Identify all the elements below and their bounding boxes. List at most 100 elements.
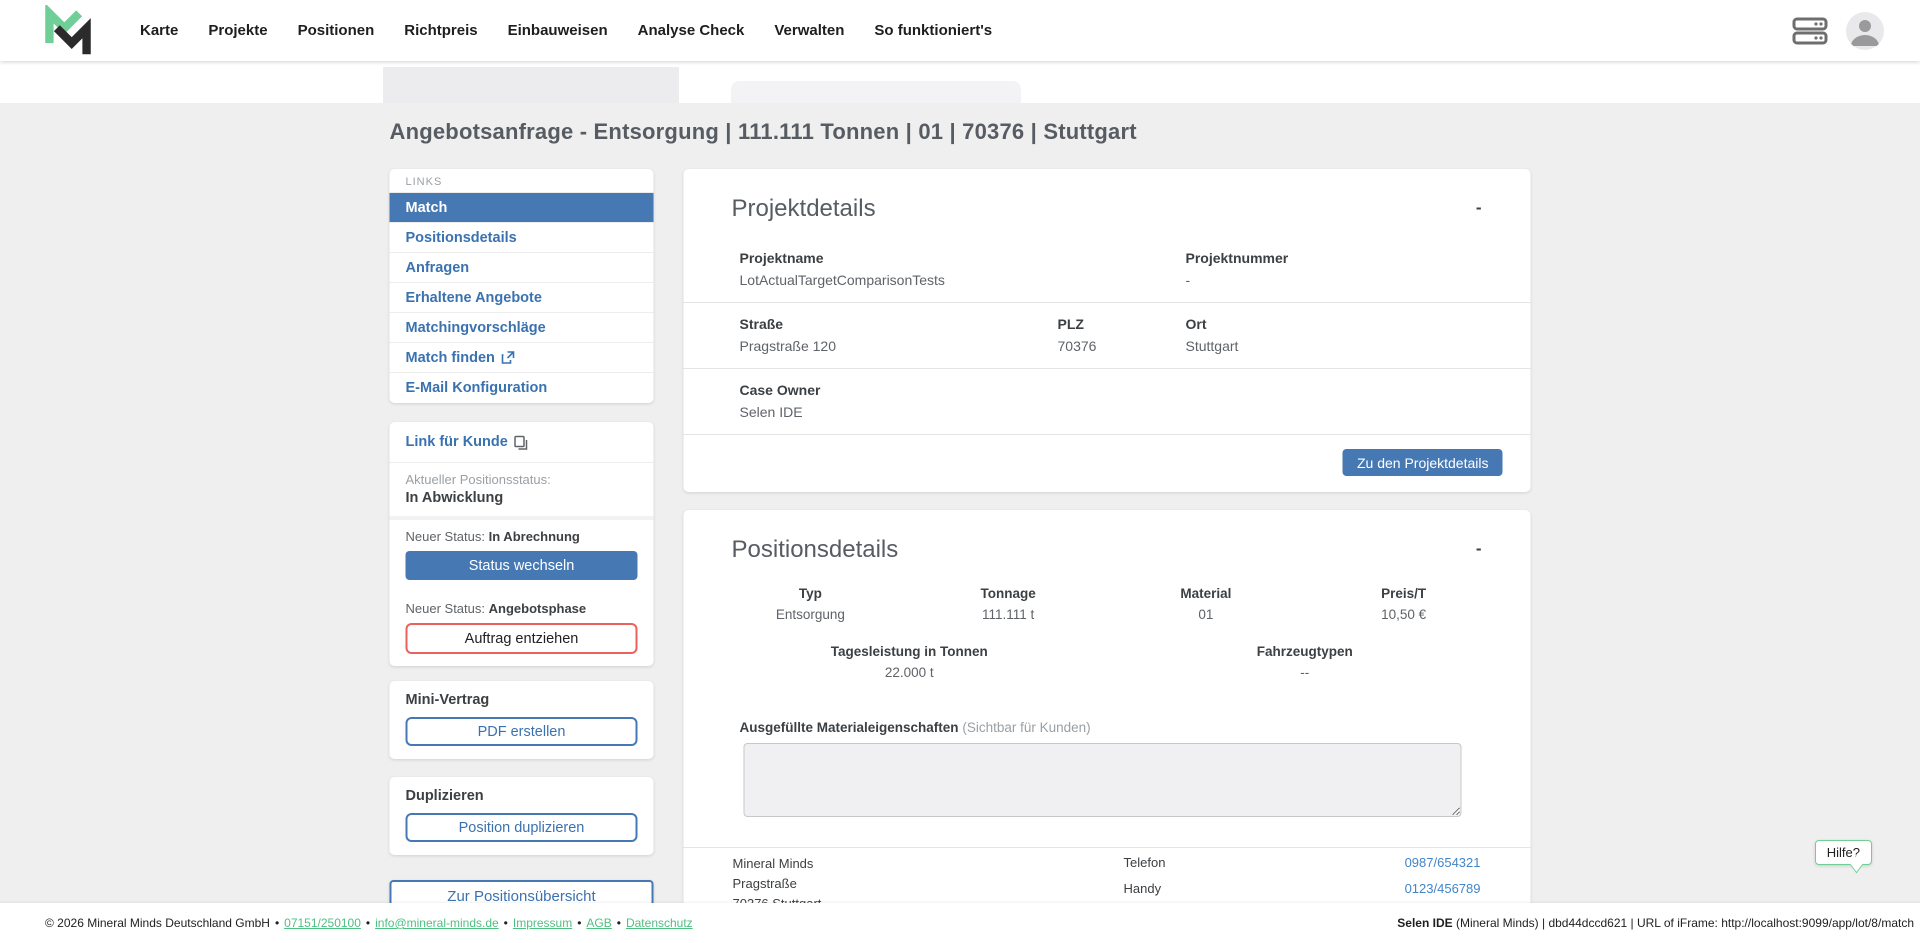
position-specs-row: Typ Entsorgung Tonnage 111.111 t Materia… (684, 578, 1531, 622)
sidebar-item-anfragen[interactable]: Anfragen (390, 253, 654, 283)
footer-separator: • (275, 916, 279, 930)
project-row-1: Projektname LotActualTargetComparisonTes… (684, 237, 1531, 302)
main-navigation: Karte Projekte Positionen Richtpreis Ein… (140, 22, 992, 39)
case-owner-label: Case Owner (740, 382, 1531, 398)
sidebar: LINKS Match Positionsdetails Anfragen Er… (390, 169, 654, 913)
revoke-status-label: Neuer Status: (406, 601, 486, 616)
main-column: Projektdetails - Projektname LotActualTa… (684, 169, 1531, 943)
projektnummer-value: - (1186, 272, 1531, 288)
links-card-header: LINKS (390, 169, 654, 193)
server-icon[interactable] (1790, 16, 1830, 46)
status-card: Link für Kunde Aktueller Positionsstatus… (390, 422, 654, 666)
page-content: Angebotsanfrage - Entsorgung | 111.111 T… (390, 103, 1531, 943)
next-status-label: Neuer Status: (406, 529, 486, 544)
nav-item-einbauweisen[interactable]: Einbauweisen (508, 22, 608, 39)
sidebar-item-matchingvorschlaege[interactable]: Matchingvorschläge (390, 313, 654, 343)
customer-link[interactable]: Link für Kunde (406, 434, 508, 450)
change-status-button[interactable]: Status wechseln (406, 551, 638, 580)
sidebar-item-match-finden[interactable]: Match finden (390, 343, 654, 373)
tagesleistung-value: 22.000 t (712, 665, 1108, 680)
material-properties-hint: (Sichtbar für Kunden) (962, 720, 1090, 735)
nav-item-positionen[interactable]: Positionen (298, 22, 375, 39)
nav-item-karte[interactable]: Karte (140, 22, 178, 39)
collapse-icon[interactable]: - (1472, 536, 1486, 561)
footer-phone-link[interactable]: 07151/250100 (284, 916, 361, 930)
customer-link-row: Link für Kunde (390, 422, 654, 463)
collapse-icon[interactable]: - (1472, 195, 1486, 220)
footer-left: © 2026 Mineral Minds Deutschland GmbH • … (45, 916, 693, 930)
footer-datenschutz-link[interactable]: Datenschutz (626, 916, 693, 930)
footer-separator: • (366, 916, 370, 930)
material-label: Material (1107, 586, 1305, 601)
nav-item-verwalten[interactable]: Verwalten (774, 22, 844, 39)
preis-label: Preis/T (1305, 586, 1503, 601)
sidebar-item-email-konfiguration[interactable]: E-Mail Konfiguration (390, 373, 654, 403)
current-status-label: Aktueller Positionsstatus: (406, 472, 638, 487)
sidebar-item-label: Positionsdetails (406, 230, 517, 246)
current-status-value: In Abwicklung (406, 490, 638, 506)
top-navbar: Karte Projekte Positionen Richtpreis Ein… (0, 0, 1920, 61)
footer-email-link[interactable]: info@mineral-minds.de (375, 916, 499, 930)
footer-agb-link[interactable]: AGB (586, 916, 611, 930)
project-row-2: Straße Pragstraße 120 PLZ 70376 Ort Stut… (684, 302, 1531, 368)
nav-item-richtpreis[interactable]: Richtpreis (404, 22, 477, 39)
revoke-status-row: Neuer Status: Angebotsphase (390, 592, 654, 623)
external-link-icon (502, 351, 515, 364)
material-value: 01 (1107, 607, 1305, 622)
mini-contract-card: Mini-Vertrag PDF erstellen (390, 681, 654, 759)
preis-value: 10,50 € (1305, 607, 1503, 622)
phone-label: Telefon (1124, 855, 1354, 870)
plz-value: 70376 (1058, 338, 1186, 354)
mobile-link[interactable]: 0123/456789 (1405, 881, 1481, 896)
skeleton-block (383, 67, 679, 103)
case-owner-value: Selen IDE (740, 404, 1531, 420)
current-status-block: Aktueller Positionsstatus: In Abwicklung (390, 463, 654, 516)
footer-separator: • (504, 916, 508, 930)
go-to-project-details-button[interactable]: Zu den Projektdetails (1343, 449, 1503, 476)
sidebar-item-label: E-Mail Konfiguration (406, 380, 548, 396)
mobile-label: Handy (1124, 881, 1354, 896)
project-details-card: Projektdetails - Projektname LotActualTa… (684, 169, 1531, 492)
nav-item-projekte[interactable]: Projekte (208, 22, 267, 39)
tonnage-value: 111.111 t (909, 607, 1107, 622)
user-avatar[interactable] (1846, 12, 1884, 50)
sidebar-item-label: Erhaltene Angebote (406, 290, 542, 306)
footer: © 2026 Mineral Minds Deutschland GmbH • … (0, 903, 1920, 943)
duplicate-position-button[interactable]: Position duplizieren (406, 813, 638, 842)
revoke-order-button[interactable]: Auftrag entziehen (406, 623, 638, 654)
sidebar-item-positionsdetails[interactable]: Positionsdetails (390, 223, 654, 253)
sidebar-item-erhaltene-angebote[interactable]: Erhaltene Angebote (390, 283, 654, 313)
nav-item-so-funktionierts[interactable]: So funktioniert's (874, 22, 992, 39)
app-frame: Karte Projekte Positionen Richtpreis Ein… (0, 0, 1920, 943)
next-status-value: In Abrechnung (489, 529, 580, 544)
mini-contract-title: Mini-Vertrag (406, 692, 638, 708)
help-button[interactable]: Hilfe? (1815, 840, 1872, 865)
sidebar-item-match[interactable]: Match (390, 193, 654, 223)
position-specs-row-2: Tagesleistung in Tonnen 22.000 t Fahrzeu… (684, 622, 1531, 680)
tonnage-label: Tonnage (909, 586, 1107, 601)
projektnummer-label: Projektnummer (1186, 250, 1531, 266)
sidebar-item-label: Matchingvorschläge (406, 320, 546, 336)
position-card-title: Positionsdetails (732, 536, 899, 564)
contact-name: Mineral Minds (733, 854, 1124, 874)
contact-street: Pragstraße (733, 874, 1124, 894)
nav-item-analyse-check[interactable]: Analyse Check (638, 22, 745, 39)
ort-value: Stuttgart (1186, 338, 1531, 354)
tagesleistung-label: Tagesleistung in Tonnen (712, 644, 1108, 659)
create-pdf-button[interactable]: PDF erstellen (406, 717, 638, 746)
sidebar-item-label: Match finden (406, 350, 495, 366)
duplicate-card: Duplizieren Position duplizieren (390, 777, 654, 855)
phone-link[interactable]: 0987/654321 (1405, 855, 1481, 870)
copy-icon[interactable] (514, 435, 529, 450)
project-card-title: Projektdetails (732, 195, 876, 223)
strasse-label: Straße (740, 316, 1058, 332)
revoke-status-value: Angebotsphase (489, 601, 587, 616)
footer-session-detail: (Mineral Minds) | dbd44dccd621 | URL of … (1453, 916, 1914, 930)
navbar-right-actions (1790, 12, 1884, 50)
footer-session-info: Selen IDE (Mineral Minds) | dbd44dccd621… (1397, 916, 1914, 930)
mineral-minds-logo-icon[interactable] (40, 5, 96, 57)
footer-impressum-link[interactable]: Impressum (513, 916, 572, 930)
links-card: LINKS Match Positionsdetails Anfragen Er… (390, 169, 654, 403)
skeleton-tab (731, 81, 1021, 103)
material-properties-textarea[interactable] (744, 743, 1462, 817)
